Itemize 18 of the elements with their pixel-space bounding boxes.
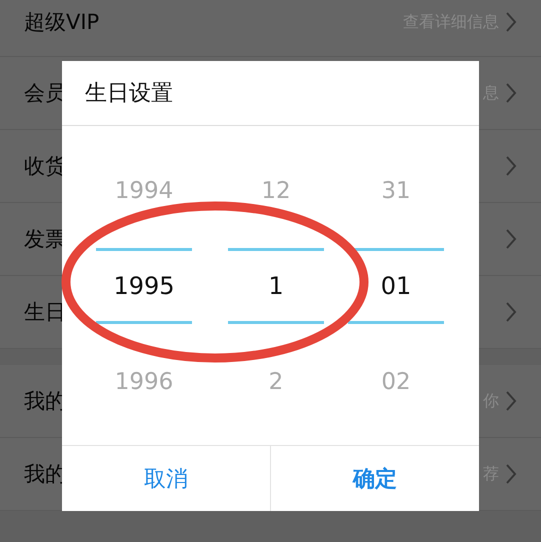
picker-selected-value[interactable]: 1 bbox=[228, 248, 324, 324]
chevron-icon bbox=[505, 82, 517, 104]
picker-value[interactable]: 1994 bbox=[96, 166, 192, 248]
picker-value[interactable]: 1996 bbox=[96, 324, 192, 424]
picker-value[interactable]: 2 bbox=[228, 324, 324, 424]
chevron-icon bbox=[505, 11, 517, 33]
chevron-icon bbox=[505, 390, 517, 412]
chevron-icon bbox=[505, 155, 517, 177]
picker-selected-value[interactable]: 01 bbox=[348, 248, 444, 324]
picker-value[interactable]: 12 bbox=[228, 166, 324, 248]
chevron-icon bbox=[505, 228, 517, 250]
picker-selected-value[interactable]: 1995 bbox=[96, 248, 192, 324]
picker-value[interactable]: 02 bbox=[348, 324, 444, 424]
row-label: 超级VIP bbox=[24, 9, 100, 36]
chevron-icon bbox=[505, 301, 517, 323]
dialog-title: 生日设置 bbox=[62, 61, 479, 126]
chevron-icon bbox=[505, 463, 517, 485]
picker-value[interactable]: 31 bbox=[348, 166, 444, 248]
